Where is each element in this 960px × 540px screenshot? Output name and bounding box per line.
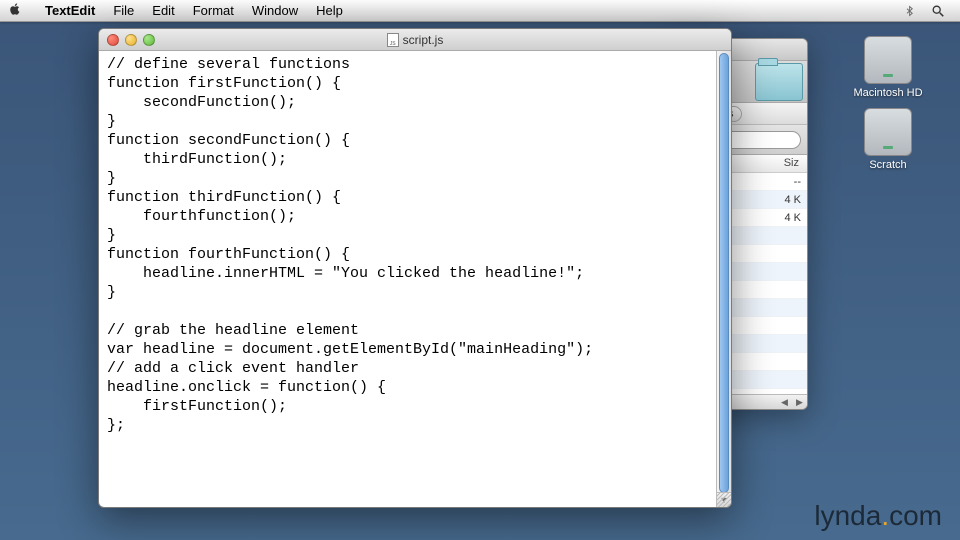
document-icon — [387, 33, 399, 47]
desktop-drive-scratch[interactable]: Scratch — [848, 108, 928, 171]
drive-icon — [864, 108, 912, 156]
apple-menu-icon[interactable] — [8, 2, 24, 19]
editor-content[interactable]: // define several functions function fir… — [99, 51, 716, 507]
desktop-drive-macintosh-hd[interactable]: Macintosh HD — [848, 36, 928, 99]
textedit-window[interactable]: script.js // define several functions fu… — [98, 28, 732, 508]
traffic-lights — [99, 34, 155, 46]
scroll-left-icon[interactable]: ◀ — [777, 395, 792, 410]
menu-help[interactable]: Help — [307, 3, 352, 18]
scrollbar-thumb[interactable] — [719, 53, 729, 493]
watermark-text: lynda — [814, 500, 881, 531]
folder-icon — [755, 63, 803, 101]
resize-handle[interactable] — [716, 492, 731, 507]
menu-window[interactable]: Window — [243, 3, 307, 18]
drive-icon — [864, 36, 912, 84]
bluetooth-icon[interactable] — [902, 3, 918, 19]
drive-label: Scratch — [848, 159, 928, 171]
menu-format[interactable]: Format — [184, 3, 243, 18]
menu-file[interactable]: File — [104, 3, 143, 18]
window-titlebar[interactable]: script.js — [99, 29, 731, 51]
watermark-dot: . — [881, 500, 889, 531]
zoom-button[interactable] — [143, 34, 155, 46]
menu-edit[interactable]: Edit — [143, 3, 183, 18]
watermark-text: com — [889, 500, 942, 531]
watermark: lynda.com — [814, 500, 942, 532]
close-button[interactable] — [107, 34, 119, 46]
app-menu[interactable]: TextEdit — [36, 3, 104, 18]
scroll-right-icon[interactable]: ▶ — [792, 395, 807, 410]
window-title-text: script.js — [403, 33, 444, 47]
minimize-button[interactable] — [125, 34, 137, 46]
drive-label: Macintosh HD — [848, 87, 928, 99]
window-title: script.js — [99, 33, 731, 47]
vertical-scrollbar[interactable]: ▼ — [716, 51, 731, 507]
menubar: TextEdit File Edit Format Window Help — [0, 0, 960, 22]
spotlight-icon[interactable] — [930, 3, 946, 19]
